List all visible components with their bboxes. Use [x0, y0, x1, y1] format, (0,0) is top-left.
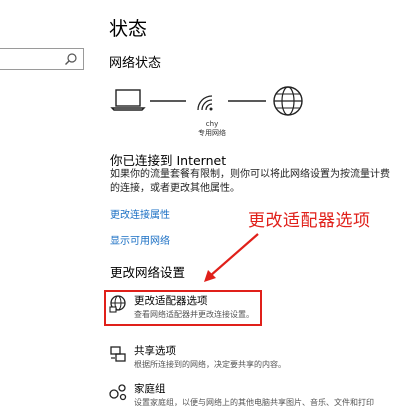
network-ssid: chy: [205, 120, 219, 128]
sharing-options-item[interactable]: 共享选项 根据所连接到的网络，决定要共享的内容。: [106, 342, 406, 376]
search-icon[interactable]: [64, 52, 78, 66]
connection-description: 如果你的流量套餐有限制，则你可以将此网络设置为按流量计费的连接，或者更改其他属性…: [110, 169, 390, 194]
sharing-icon: [110, 346, 126, 362]
option-description: 设置家庭组，以便与网络上的其他电脑共享图片、音乐、文件和打印: [134, 398, 374, 407]
option-description: 查看网络适配器并更改连接设置。: [134, 310, 254, 319]
adapter-icon: [109, 295, 126, 313]
adapter-options-item[interactable]: 更改适配器选项 查看网络适配器并更改连接设置。: [106, 292, 406, 326]
page-title: 状态: [109, 18, 148, 40]
option-title: 家庭组: [134, 383, 166, 395]
show-available-networks-link[interactable]: 显示可用网络: [110, 232, 170, 247]
homegroup-item[interactable]: 家庭组 设置家庭组，以便与网络上的其他电脑共享图片、音乐、文件和打印: [106, 380, 406, 414]
option-title: 共享选项: [134, 345, 176, 357]
change-settings-heading: 更改网络设置: [110, 265, 186, 280]
search-input[interactable]: [0, 48, 84, 70]
connected-heading: 你已连接到 Internet: [110, 153, 227, 168]
network-type: 专用网络: [198, 129, 226, 137]
homegroup-icon: [109, 384, 127, 401]
option-description: 根据所连接到的网络，决定要共享的内容。: [134, 360, 286, 369]
option-title: 更改适配器选项: [134, 295, 208, 307]
network-status-heading: 网络状态: [109, 56, 162, 71]
wifi-icon: [197, 95, 213, 111]
laptop-icon: [110, 89, 146, 111]
annotation-arrow: [204, 233, 259, 282]
network-caption: chy 专用网络: [186, 120, 238, 138]
globe-icon: [273, 86, 303, 116]
change-connection-properties-link[interactable]: 更改连接属性: [110, 206, 170, 221]
